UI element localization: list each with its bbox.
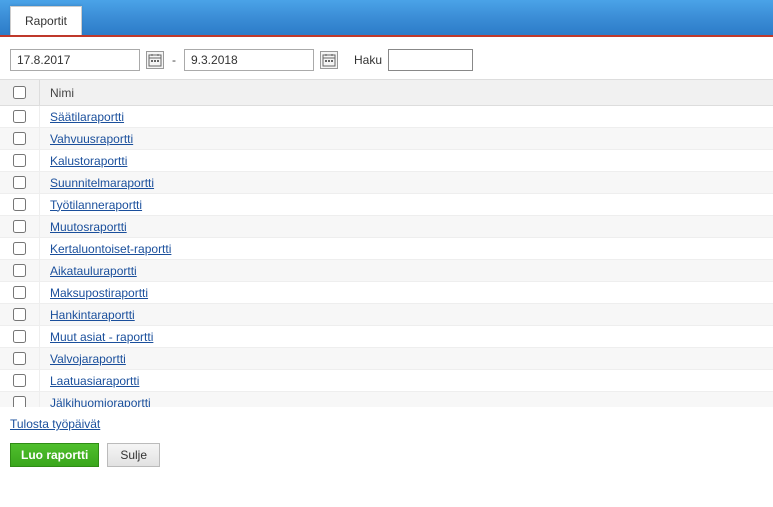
tab-raportit[interactable]: Raportit bbox=[10, 6, 82, 35]
row-name-cell: Suunnitelmaraportti bbox=[40, 176, 154, 190]
row-checkbox-cell bbox=[0, 128, 40, 149]
close-button[interactable]: Sulje bbox=[107, 443, 160, 467]
row-name-cell: Valvojaraportti bbox=[40, 352, 126, 366]
row-name-cell: Maksupostiraportti bbox=[40, 286, 148, 300]
date-to-input[interactable] bbox=[184, 49, 314, 71]
row-checkbox[interactable] bbox=[13, 396, 26, 407]
row-name-cell: Muutosraportti bbox=[40, 220, 127, 234]
row-checkbox[interactable] bbox=[13, 198, 26, 211]
table-row: Maksupostiraportti bbox=[0, 282, 773, 304]
row-name-cell: Vahvuusraportti bbox=[40, 132, 133, 146]
row-checkbox-cell bbox=[0, 392, 40, 407]
report-link[interactable]: Jälkihuomioraportti bbox=[50, 396, 151, 408]
report-table: Nimi Säätilaraportti Vahvuusraportti Kalus… bbox=[0, 79, 773, 407]
table-row: Kalustoraportti bbox=[0, 150, 773, 172]
calendar-icon[interactable] bbox=[320, 51, 338, 69]
report-link[interactable]: Maksupostiraportti bbox=[50, 286, 148, 300]
row-checkbox-cell bbox=[0, 348, 40, 369]
row-name-cell: Jälkihuomioraportti bbox=[40, 396, 151, 408]
row-checkbox[interactable] bbox=[13, 242, 26, 255]
table-row: Jälkihuomioraportti bbox=[0, 392, 773, 407]
table-row: Kertaluontoiset-raportti bbox=[0, 238, 773, 260]
row-checkbox-cell bbox=[0, 260, 40, 281]
table-row: Suunnitelmaraportti bbox=[0, 172, 773, 194]
select-all-cell bbox=[0, 80, 40, 105]
report-link[interactable]: Säätilaraportti bbox=[50, 110, 124, 124]
column-header-name[interactable]: Nimi bbox=[40, 86, 74, 100]
row-name-cell: Muut asiat - raportti bbox=[40, 330, 153, 344]
select-all-checkbox[interactable] bbox=[13, 86, 26, 99]
row-checkbox[interactable] bbox=[13, 264, 26, 277]
footer-buttons: Luo raportti Sulje bbox=[0, 437, 773, 477]
table-row: Valvojaraportti bbox=[0, 348, 773, 370]
row-checkbox[interactable] bbox=[13, 330, 26, 343]
table-row: Työtilanneraportti bbox=[0, 194, 773, 216]
date-from-input[interactable] bbox=[10, 49, 140, 71]
row-checkbox[interactable] bbox=[13, 286, 26, 299]
report-link[interactable]: Aikatauluraportti bbox=[50, 264, 137, 278]
table-row: Säätilaraportti bbox=[0, 106, 773, 128]
report-link[interactable]: Työtilanneraportti bbox=[50, 198, 142, 212]
row-checkbox[interactable] bbox=[13, 110, 26, 123]
row-checkbox-cell bbox=[0, 326, 40, 347]
footer-link-row: Tulosta työpäivät bbox=[0, 407, 773, 437]
row-checkbox-cell bbox=[0, 216, 40, 237]
report-link[interactable]: Kalustoraportti bbox=[50, 154, 127, 168]
search-label: Haku bbox=[354, 53, 382, 67]
row-name-cell: Laatuasiaraportti bbox=[40, 374, 139, 388]
row-checkbox-cell bbox=[0, 282, 40, 303]
report-link[interactable]: Laatuasiaraportti bbox=[50, 374, 139, 388]
table-row: Muut asiat - raportti bbox=[0, 326, 773, 348]
row-checkbox[interactable] bbox=[13, 154, 26, 167]
row-checkbox[interactable] bbox=[13, 132, 26, 145]
calendar-icon[interactable] bbox=[146, 51, 164, 69]
row-checkbox[interactable] bbox=[13, 374, 26, 387]
table-row: Aikatauluraportti bbox=[0, 260, 773, 282]
header-bar: Raportit bbox=[0, 0, 773, 35]
row-checkbox-cell bbox=[0, 238, 40, 259]
row-name-cell: Hankintaraportti bbox=[40, 308, 135, 322]
row-checkbox-cell bbox=[0, 370, 40, 391]
row-name-cell: Kalustoraportti bbox=[40, 154, 127, 168]
report-link[interactable]: Muut asiat - raportti bbox=[50, 330, 153, 344]
row-name-cell: Työtilanneraportti bbox=[40, 198, 142, 212]
create-report-button[interactable]: Luo raportti bbox=[10, 443, 99, 467]
table-row: Muutosraportti bbox=[0, 216, 773, 238]
row-checkbox[interactable] bbox=[13, 220, 26, 233]
search-input[interactable] bbox=[388, 49, 473, 71]
table-row: Laatuasiaraportti bbox=[0, 370, 773, 392]
row-checkbox[interactable] bbox=[13, 176, 26, 189]
row-name-cell: Säätilaraportti bbox=[40, 110, 124, 124]
report-link[interactable]: Kertaluontoiset-raportti bbox=[50, 242, 171, 256]
row-checkbox-cell bbox=[0, 172, 40, 193]
row-checkbox-cell bbox=[0, 194, 40, 215]
date-range-separator: - bbox=[170, 53, 178, 67]
filter-row: - Haku bbox=[0, 37, 773, 79]
row-name-cell: Aikatauluraportti bbox=[40, 264, 137, 278]
table-row: Vahvuusraportti bbox=[0, 128, 773, 150]
report-link[interactable]: Hankintaraportti bbox=[50, 308, 135, 322]
report-link[interactable]: Vahvuusraportti bbox=[50, 132, 133, 146]
row-checkbox[interactable] bbox=[13, 308, 26, 321]
row-checkbox-cell bbox=[0, 106, 40, 127]
row-checkbox-cell bbox=[0, 304, 40, 325]
print-workdays-link[interactable]: Tulosta työpäivät bbox=[10, 417, 100, 431]
row-checkbox[interactable] bbox=[13, 352, 26, 365]
table-row: Hankintaraportti bbox=[0, 304, 773, 326]
report-link[interactable]: Muutosraportti bbox=[50, 220, 127, 234]
row-checkbox-cell bbox=[0, 150, 40, 171]
table-header: Nimi bbox=[0, 80, 773, 106]
report-link[interactable]: Valvojaraportti bbox=[50, 352, 126, 366]
report-link[interactable]: Suunnitelmaraportti bbox=[50, 176, 154, 190]
table-body: Säätilaraportti Vahvuusraportti Kalustorap… bbox=[0, 106, 773, 407]
row-name-cell: Kertaluontoiset-raportti bbox=[40, 242, 171, 256]
